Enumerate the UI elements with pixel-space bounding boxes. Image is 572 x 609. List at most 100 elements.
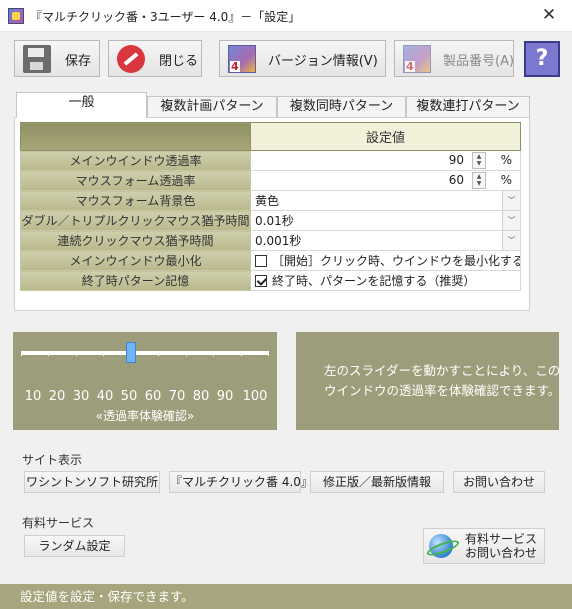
slider-tick (213, 352, 214, 356)
table-row: メインウインドウ最小化 ［開始］クリック時、ウインドウを最小化する (20, 250, 521, 271)
site-section-label: サイト表示 (22, 453, 83, 467)
tick-label: 30 (72, 389, 90, 404)
slider-tick (241, 352, 242, 356)
tick-label: 50 (120, 389, 138, 404)
close-button[interactable]: 閉じる (108, 40, 202, 77)
site-button-washington[interactable]: ワシントンソフト研究所 (24, 471, 160, 493)
close-button-label: 閉じる (159, 54, 199, 69)
slider-tick (48, 352, 49, 356)
checkbox-unchecked-icon[interactable] (255, 255, 267, 267)
table-row: マウスフォーム背景色 黄色 ﹀ (20, 190, 521, 211)
chevron-down-icon[interactable]: ﹀ (502, 191, 520, 210)
save-button[interactable]: 保存 (14, 40, 100, 77)
paid-section-label: 有料サービス (22, 516, 95, 530)
question-mark-icon: ? (535, 46, 549, 71)
title-bar: 『マルチクリック番・3ユーザー 4.0』－「設定」 ✕ (0, 0, 572, 32)
tab-general[interactable]: 一般 (16, 92, 147, 118)
paid-contact-line1: 有料サービス (464, 532, 537, 546)
version-info-button[interactable]: バージョン情報(V) (219, 40, 386, 77)
slider-tick (268, 352, 269, 356)
slider-tick (21, 352, 22, 356)
random-settings-button[interactable]: ランダム設定 (24, 535, 125, 557)
opacity-slider-thumb[interactable] (126, 342, 136, 363)
remember-pattern-checkbox[interactable]: 終了時、パターンを記憶する（推奨） (250, 270, 521, 291)
table-row: マウスフォーム透過率 60 ▲ ▼ % (20, 170, 521, 191)
tick-label: 80 (192, 389, 210, 404)
slider-tick (186, 352, 187, 356)
select-value: 0.01秒 (255, 214, 294, 228)
tick-label: 60 (144, 389, 162, 404)
chevron-down-icon[interactable]: ﹀ (502, 211, 520, 230)
grid-header-corner (20, 122, 251, 151)
spinner-arrows-icon[interactable]: ▲ ▼ (472, 152, 486, 169)
tab-multi-plan[interactable]: 複数計画パターン (147, 96, 277, 117)
tick-label: 40 (96, 389, 114, 404)
slider-tick (103, 352, 104, 356)
no-entry-icon (117, 45, 145, 73)
tab-strip: 一般 複数計画パターン 複数同時パターン 複数連打パターン (16, 92, 530, 118)
paid-contact-line2: お問い合わせ (464, 546, 537, 560)
row-label: 連続クリックマウス猶予時間 (20, 230, 251, 251)
mouse-form-opacity-value: 60 (448, 173, 464, 187)
table-row: 終了時パターン記憶 終了時、パターンを記憶する（推奨） (20, 270, 521, 291)
row-label: 終了時パターン記憶 (20, 270, 251, 291)
slider-caption: «透過率体験確認» (95, 409, 195, 423)
main-window-opacity-field[interactable]: 90 ▲ ▼ % (250, 150, 521, 171)
tab-multi-simultaneous[interactable]: 複数同時パターン (277, 96, 406, 117)
tick-label: 10 (24, 389, 42, 404)
app-logo-icon (403, 45, 431, 73)
site-button-product[interactable]: 『マルチクリック番 4.0』 (169, 471, 313, 493)
opacity-slider-track[interactable] (21, 351, 269, 356)
mouse-form-opacity-field[interactable]: 60 ▲ ▼ % (250, 170, 521, 191)
slider-tick (158, 352, 159, 356)
tab-multi-repeat[interactable]: 複数連打パターン (406, 96, 530, 117)
tick-label: 100 (242, 389, 268, 404)
checkbox-label: 終了時、パターンを記憶する（推奨） (272, 274, 476, 288)
opacity-info-text: 左のスライダーを動かすことにより、この ウインドウの透過率を体験確認できます。 (296, 332, 560, 430)
row-label: ダブル／トリプルクリックマウス猶予時間 (20, 210, 251, 231)
row-label: メインウインドウ透過率 (20, 150, 251, 171)
tick-label: 70 (168, 389, 186, 404)
row-label: マウスフォーム透過率 (20, 170, 251, 191)
table-row: 連続クリックマウス猶予時間 0.001秒 ﹀ (20, 230, 521, 251)
globe-icon (429, 534, 453, 558)
version-info-button-label: バージョン情報(V) (268, 54, 378, 69)
settings-grid: 設定値 メインウインドウ透過率 90 ▲ ▼ % マウスフォーム透過率 60 ▲ ▼… (20, 122, 521, 291)
site-button-contact[interactable]: お問い合わせ (453, 471, 545, 493)
minimize-on-start-checkbox[interactable]: ［開始］クリック時、ウインドウを最小化する (250, 250, 521, 271)
grid-header-row: 設定値 (20, 122, 521, 151)
chevron-down-icon[interactable]: ﹀ (502, 231, 520, 250)
slider-tick (76, 352, 77, 356)
paid-contact-button[interactable]: 有料サービス お問い合わせ (423, 528, 545, 564)
save-button-label: 保存 (65, 54, 92, 69)
select-value: 黄色 (255, 194, 280, 208)
mouse-form-color-select[interactable]: 黄色 ﹀ (250, 190, 521, 211)
table-row: メインウインドウ透過率 90 ▲ ▼ % (20, 150, 521, 171)
tick-label: 20 (48, 389, 66, 404)
status-bar: 設定値を設定・保存できます。 (0, 584, 572, 609)
continuous-click-delay-select[interactable]: 0.001秒 ﹀ (250, 230, 521, 251)
opacity-slider-box: 10 20 30 40 50 60 70 80 90 100 «透過率体験確認» (13, 332, 277, 430)
unit-label: % (500, 173, 512, 187)
main-window-opacity-value: 90 (448, 153, 464, 167)
window-close-button[interactable]: ✕ (526, 0, 572, 32)
table-row: ダブル／トリプルクリックマウス猶予時間 0.01秒 ﹀ (20, 210, 521, 231)
serial-number-button[interactable]: 製品番号(A) (394, 40, 514, 77)
value-column-header: 設定値 (250, 122, 521, 151)
checkbox-checked-icon[interactable] (255, 275, 267, 287)
row-label: マウスフォーム背景色 (20, 190, 251, 211)
spinner-arrows-icon[interactable]: ▲ ▼ (472, 172, 486, 189)
checkbox-label: ［開始］クリック時、ウインドウを最小化する (272, 254, 521, 268)
window-title: 『マルチクリック番・3ユーザー 4.0』－「設定」 (30, 10, 301, 24)
double-click-delay-select[interactable]: 0.01秒 ﹀ (250, 210, 521, 231)
site-button-updates[interactable]: 修正版／最新版情報 (310, 471, 444, 493)
app-logo-icon (228, 45, 256, 73)
floppy-disk-icon (23, 45, 51, 73)
unit-label: % (500, 153, 512, 167)
serial-number-button-label: 製品番号(A) (443, 54, 515, 69)
tick-label: 90 (216, 389, 234, 404)
row-label: メインウインドウ最小化 (20, 250, 251, 271)
select-value: 0.001秒 (255, 234, 302, 248)
help-button[interactable]: ? (524, 41, 560, 77)
app-icon (8, 8, 24, 24)
